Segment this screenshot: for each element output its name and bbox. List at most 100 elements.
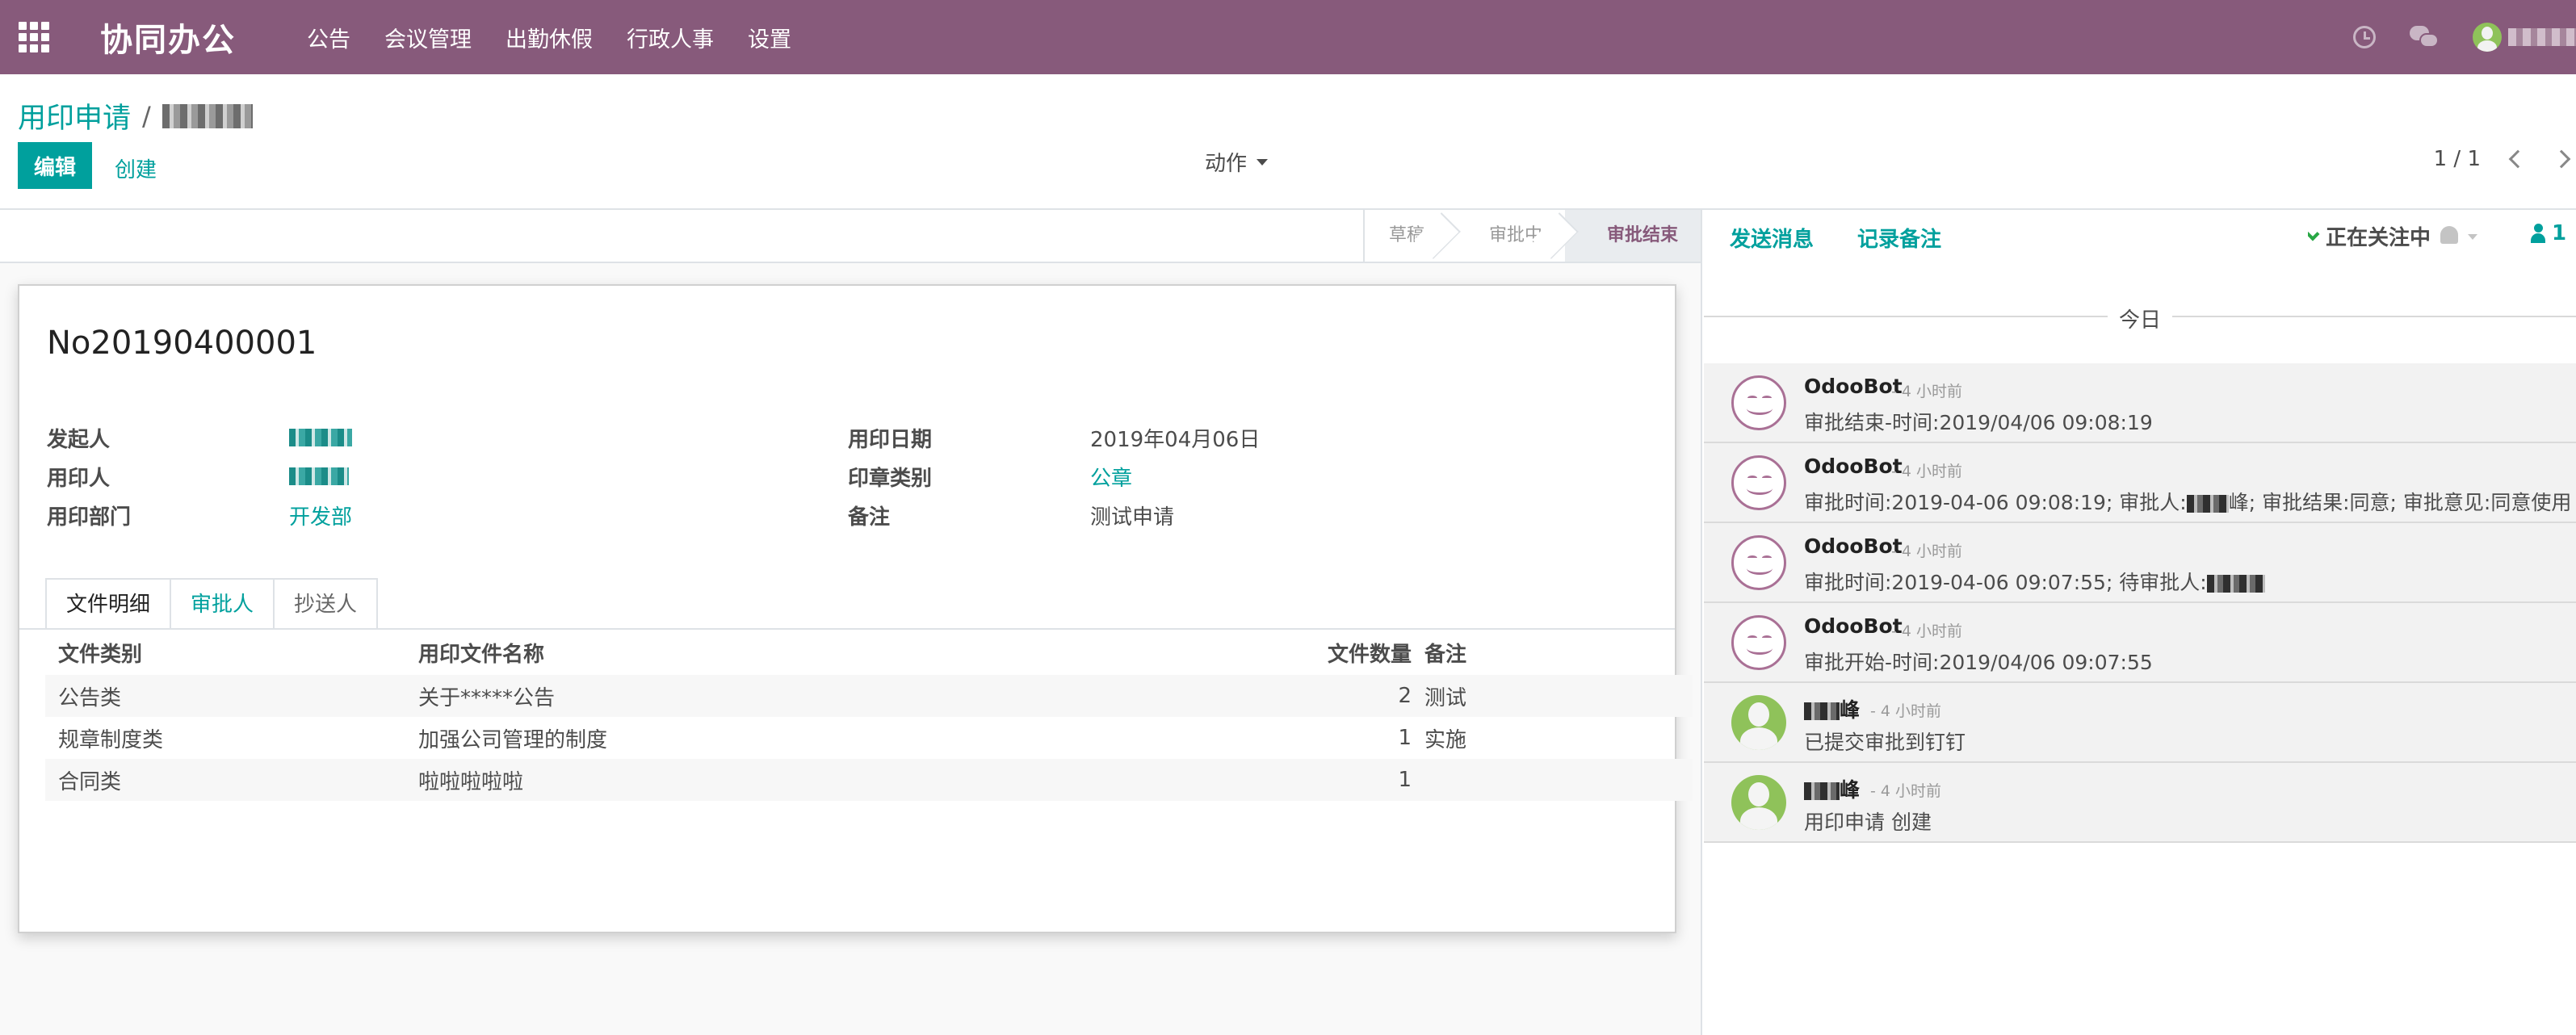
cell-count: 2 [1398, 684, 1412, 708]
seal-user-value[interactable] [289, 467, 349, 491]
message-body: 审批时间:2019-04-06 09:07:55; 待审批人: [1804, 567, 2265, 596]
message-time: - 4 小时前 [1891, 543, 1963, 560]
app-brand: 协同办公 [100, 22, 236, 59]
remark-value: 测试申请 [1090, 505, 1175, 530]
bell-icon[interactable] [2440, 226, 2458, 244]
chevron-left-icon[interactable] [2508, 149, 2528, 169]
caret-down-icon[interactable] [2468, 234, 2477, 240]
cell-count: 1 [1398, 726, 1412, 750]
menu-item-meeting[interactable]: 会议管理 [384, 22, 472, 53]
log-note-button[interactable]: 记录备注 [1857, 223, 1941, 253]
col-file-category[interactable]: 文件类别 [45, 638, 405, 668]
followers-button[interactable]: 1 [2531, 221, 2566, 245]
seal-date-label: 用印日期 [848, 428, 933, 452]
date-separator: 今日 [1704, 304, 2576, 333]
breadcrumb: 用印申请 / [18, 95, 253, 136]
date-separator-line-left [1704, 316, 2108, 317]
record-title: No20190400001 [47, 325, 317, 362]
menu-item-settings[interactable]: 设置 [748, 22, 791, 53]
messaging-chat-icon[interactable] [2410, 26, 2439, 48]
initiator-value[interactable] [289, 428, 352, 452]
chatter-panel: 发送消息 记录备注 正在关注中 1 今日 OdooBot - 4 小时前 审批结… [1704, 210, 2576, 1035]
pager: 1 / 1 [2434, 147, 2576, 171]
user-avatar[interactable] [1731, 695, 1786, 750]
message-item: OdooBot - 4 小时前 审批时间:2019-04-06 09:07:55… [1704, 523, 2576, 603]
status-step-approved[interactable]: 审批结束 [1564, 210, 1701, 262]
odoobot-avatar[interactable] [1731, 455, 1786, 510]
navbar-systray [2353, 0, 2576, 74]
remark-label: 备注 [848, 505, 891, 530]
message-item: OdooBot - 4 小时前 审批结束-时间:2019/04/06 09:08… [1704, 363, 2576, 443]
menu-item-hr[interactable]: 行政人事 [627, 22, 714, 53]
tab-cc[interactable]: 抄送人 [273, 578, 379, 630]
col-file-name[interactable]: 用印文件名称 [405, 638, 1253, 668]
date-separator-line-right [2172, 316, 2576, 317]
tab-approvers[interactable]: 审批人 [170, 578, 275, 630]
message-body-part: 审批时间:2019-04-06 09:08:19; 审批人: [1804, 491, 2187, 514]
table-row[interactable]: 合同类 啦啦啦啦啦 1 [45, 759, 1693, 801]
odoobot-avatar[interactable] [1731, 375, 1786, 430]
message-time: - 4 小时前 [1870, 782, 1942, 800]
message-author-suffix: 峰 [1840, 698, 1861, 722]
status-step-draft[interactable]: 草稿 [1362, 210, 1447, 262]
followers-count: 1 [2552, 221, 2567, 245]
following-button[interactable]: 正在关注中 [2308, 221, 2431, 251]
menu-item-attendance[interactable]: 出勤休假 [506, 22, 593, 53]
chatter-topbar: 发送消息 记录备注 正在关注中 1 [1704, 210, 2576, 263]
chevron-right-icon[interactable] [2552, 149, 2571, 169]
create-button[interactable]: 创建 [115, 153, 157, 183]
table-row[interactable]: 规章制度类 加强公司管理的制度 1 实施 [45, 717, 1693, 759]
message-author[interactable]: OdooBot [1804, 534, 1903, 558]
edit-button[interactable]: 编辑 [18, 142, 92, 189]
seal-type-label: 印章类别 [848, 467, 933, 491]
message-body: 审批结束-时间:2019/04/06 09:08:19 [1804, 411, 2153, 434]
seal-type-value[interactable]: 公章 [1090, 462, 1132, 492]
pager-value[interactable]: 1 / 1 [2434, 147, 2481, 171]
message-author[interactable]: OdooBot [1804, 455, 1903, 478]
seal-user-label: 用印人 [47, 467, 111, 491]
user-name-redacted[interactable] [2508, 28, 2576, 46]
user-avatar[interactable] [1731, 775, 1786, 830]
caret-down-icon [1257, 158, 1269, 166]
menu-item-announcement[interactable]: 公告 [307, 22, 350, 53]
status-step-in-approval[interactable]: 审批中 [1446, 210, 1565, 262]
message-author[interactable]: 峰 [1804, 774, 1860, 803]
tab-file-details[interactable]: 文件明细 [45, 578, 172, 630]
message-body-part: 峰; 审批结果:同意; 审批意见:同意使用 [2228, 491, 2572, 514]
cell-file-name: 加强公司管理的制度 [418, 727, 608, 752]
message-body: 审批开始-时间:2019/04/06 09:07:55 [1804, 651, 2153, 674]
message-item: 峰 - 4 小时前 用印申请 创建 [1704, 763, 2576, 843]
table-row[interactable]: 公告类 关于*****公告 2 测试 [45, 675, 1693, 717]
action-dropdown[interactable]: 动作 [1205, 147, 1269, 177]
cell-file-name: 关于*****公告 [418, 685, 556, 710]
message-body: 审批时间:2019-04-06 09:08:19; 审批人: 峰; 审批结果:同意… [1804, 487, 2571, 516]
user-avatar[interactable] [2473, 23, 2502, 52]
cell-file-name: 啦啦啦啦啦 [418, 769, 524, 794]
activity-clock-icon[interactable] [2353, 26, 2376, 48]
apps-grid-icon[interactable] [18, 21, 50, 53]
date-separator-label: 今日 [2118, 308, 2162, 333]
odoobot-avatar[interactable] [1731, 535, 1786, 590]
redacted-name [1804, 782, 1840, 800]
status-steps: 草稿 审批中 审批结束 [1362, 210, 1701, 262]
main-menu: 公告 会议管理 出勤休假 行政人事 设置 [307, 22, 825, 53]
send-message-button[interactable]: 发送消息 [1730, 223, 1814, 253]
message-author[interactable]: OdooBot [1804, 375, 1903, 398]
cell-remark: 实施 [1424, 727, 1467, 752]
cell-category: 公告类 [58, 685, 122, 710]
col-remark[interactable]: 备注 [1423, 638, 1665, 668]
department-value[interactable]: 开发部 [289, 501, 352, 530]
breadcrumb-root-link[interactable]: 用印申请 [18, 95, 131, 136]
redacted-name [2206, 575, 2265, 593]
message-time: - 4 小时前 [1891, 622, 1963, 640]
col-file-count[interactable]: 文件数量 [1253, 638, 1423, 668]
message-item: OdooBot - 4 小时前 审批开始-时间:2019/04/06 09:07… [1704, 603, 2576, 683]
department-label: 用印部门 [47, 505, 132, 530]
control-panel: 用印申请 / 编辑 创建 动作 1 / 1 [0, 74, 2576, 210]
message-body: 用印申请 创建 [1804, 811, 1932, 834]
message-item: 峰 - 4 小时前 已提交审批到钉钉 [1704, 683, 2576, 763]
message-author[interactable]: 峰 [1804, 694, 1860, 723]
message-author[interactable]: OdooBot [1804, 614, 1903, 638]
odoobot-avatar[interactable] [1731, 615, 1786, 670]
status-bar: 草稿 审批中 审批结束 [0, 210, 1701, 263]
